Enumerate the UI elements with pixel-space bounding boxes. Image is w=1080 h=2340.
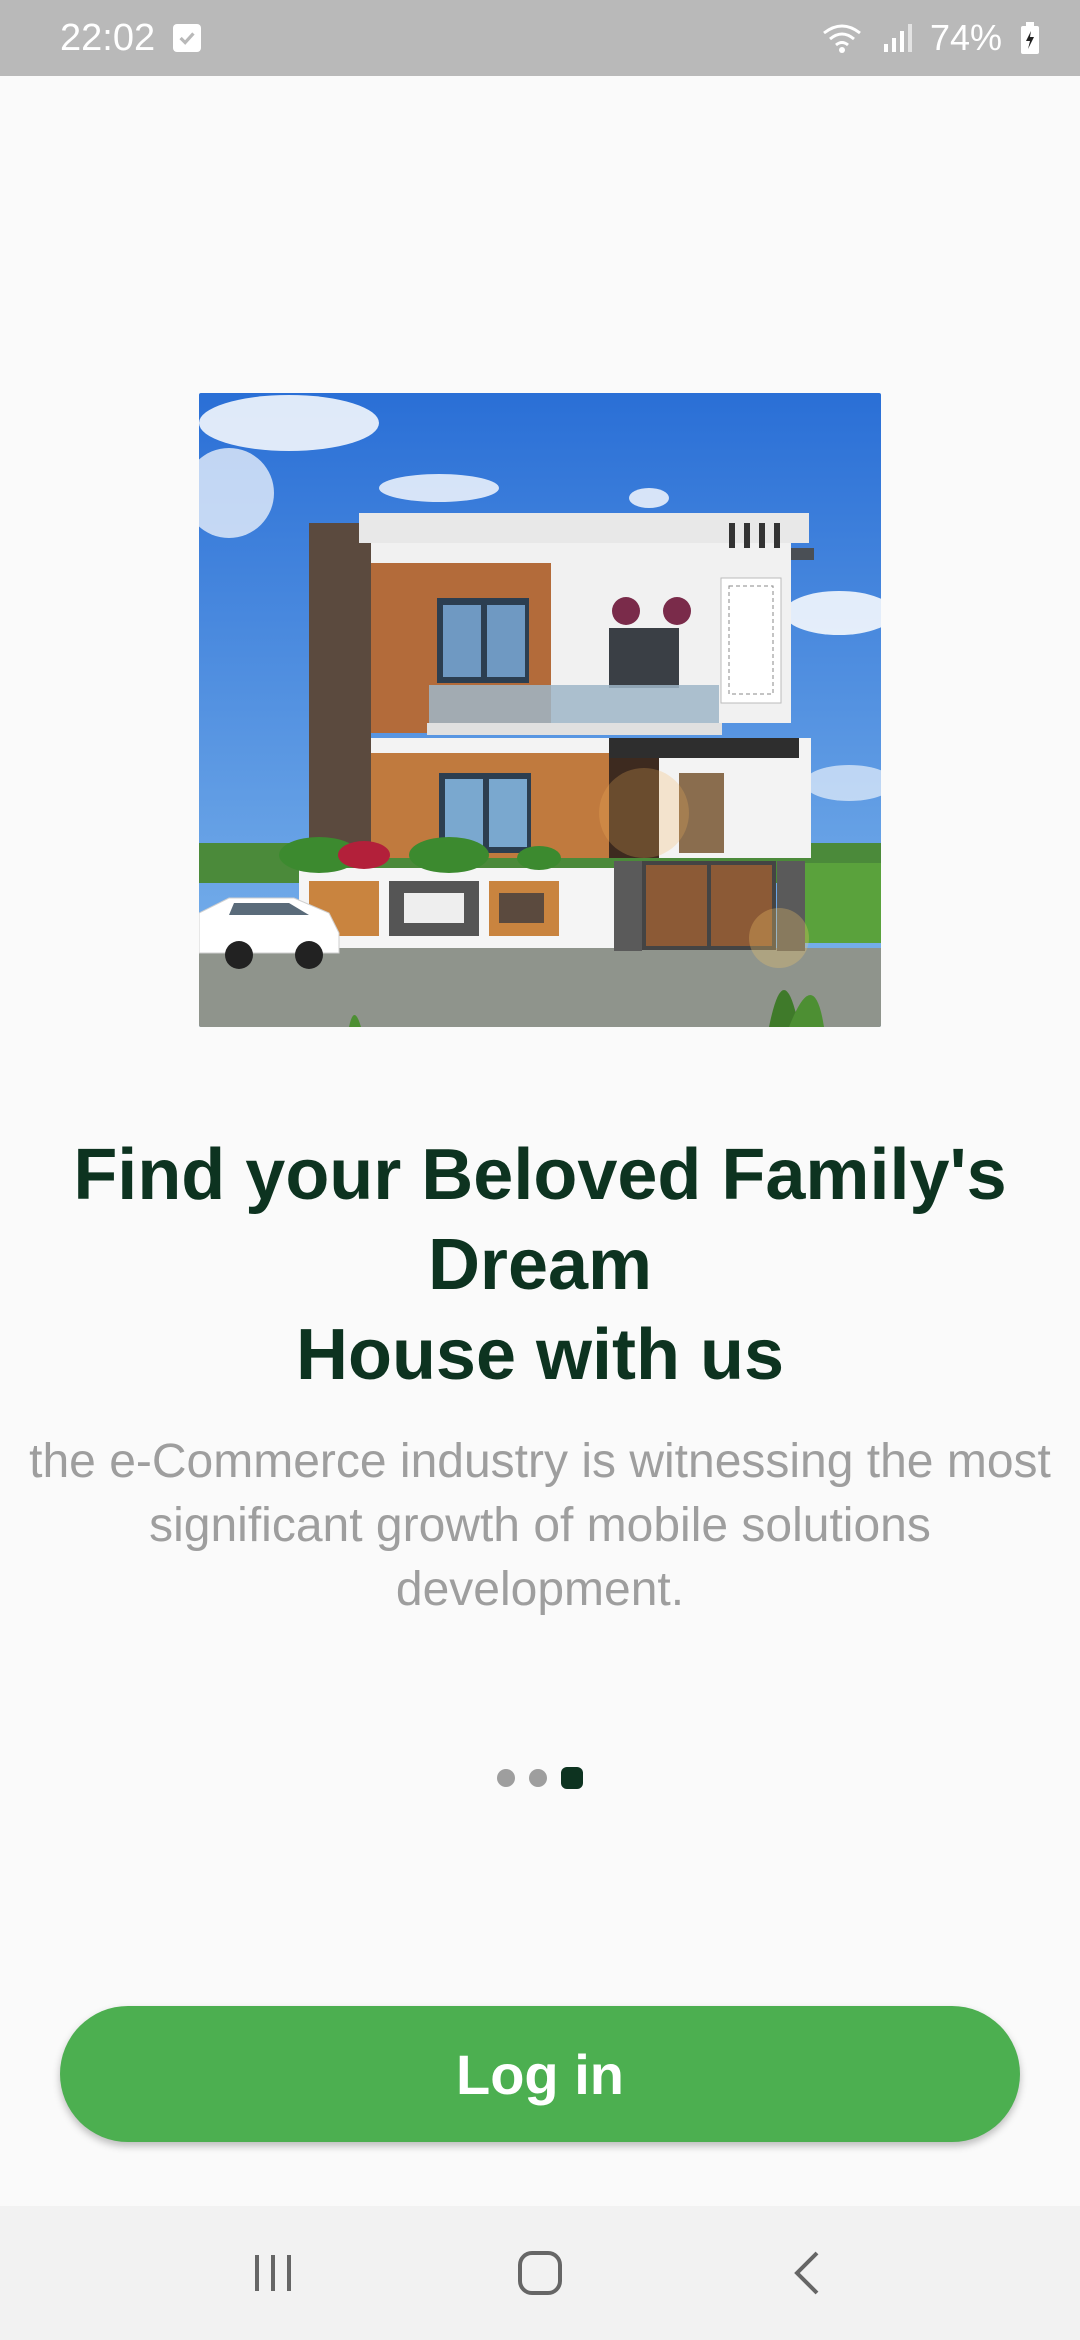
- wifi-icon: [820, 21, 864, 55]
- back-icon[interactable]: [747, 2223, 867, 2323]
- recent-apps-icon[interactable]: [213, 2223, 333, 2323]
- status-bar: 22:02 74%: [0, 0, 1080, 76]
- page-dot-1[interactable]: [497, 1769, 515, 1787]
- status-time: 22:02: [60, 16, 156, 59]
- house-image: [199, 393, 881, 1027]
- onboarding-screen: 22:02 74% Find your Beloved Family's Dre…: [0, 0, 1080, 2340]
- status-right: 74%: [820, 17, 1040, 59]
- check-notification-icon: [173, 24, 202, 52]
- home-icon[interactable]: [480, 2223, 600, 2323]
- page-indicator: [0, 1766, 1080, 1790]
- onboarding-headline: Find your Beloved Family's Dream House w…: [73, 1135, 1007, 1395]
- onboarding-subtitle: the e-Commerce industry is witnessing th…: [29, 1435, 1051, 1616]
- page-dot-2[interactable]: [529, 1769, 547, 1787]
- login-button[interactable]: Log in: [60, 2006, 1020, 2142]
- battery-icon: [1020, 21, 1040, 55]
- battery-percentage: 74%: [929, 17, 1002, 58]
- status-left: 22:02: [60, 16, 202, 60]
- system-nav-bar: [0, 2206, 1080, 2340]
- page-dot-3-active[interactable]: [561, 1767, 583, 1789]
- signal-icon: [882, 22, 912, 54]
